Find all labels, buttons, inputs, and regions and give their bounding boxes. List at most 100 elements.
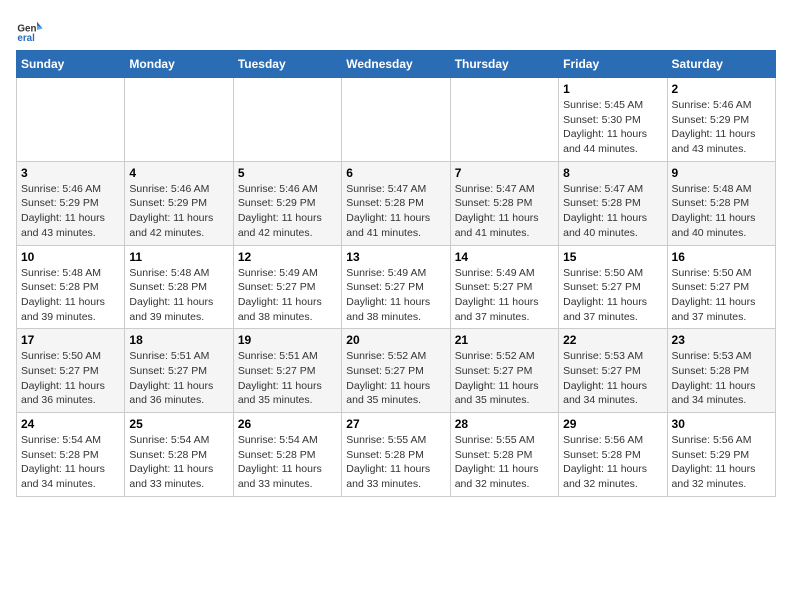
day-info: Sunrise: 5:49 AM Sunset: 5:27 PM Dayligh… xyxy=(238,266,337,325)
day-number: 21 xyxy=(455,333,554,347)
day-info: Sunrise: 5:47 AM Sunset: 5:28 PM Dayligh… xyxy=(455,182,554,241)
weekday-friday: Friday xyxy=(559,51,667,78)
calendar-cell xyxy=(17,78,125,162)
calendar-cell: 14 Sunrise: 5:49 AM Sunset: 5:27 PM Dayli… xyxy=(450,245,558,329)
day-number: 11 xyxy=(129,250,228,264)
calendar-body: 1Sunrise: 5:45 AM Sunset: 5:30 PM Daylig… xyxy=(17,78,776,497)
day-number: 19 xyxy=(238,333,337,347)
day-number: 4 xyxy=(129,166,228,180)
calendar-cell xyxy=(342,78,450,162)
calendar-cell: 27 Sunrise: 5:55 AM Sunset: 5:28 PM Dayli… xyxy=(342,413,450,497)
calendar-week-5: 24 Sunrise: 5:54 AM Sunset: 5:28 PM Dayli… xyxy=(17,413,776,497)
day-number: 25 xyxy=(129,417,228,431)
calendar-cell: 17 Sunrise: 5:50 AM Sunset: 5:27 PM Dayli… xyxy=(17,329,125,413)
day-number: 8 xyxy=(563,166,662,180)
calendar-cell: 12 Sunrise: 5:49 AM Sunset: 5:27 PM Dayli… xyxy=(233,245,341,329)
calendar-cell: 6 Sunrise: 5:47 AM Sunset: 5:28 PM Daylig… xyxy=(342,161,450,245)
day-number: 5 xyxy=(238,166,337,180)
day-info: Sunrise: 5:46 AM Sunset: 5:29 PM Dayligh… xyxy=(238,182,337,241)
day-info: Sunrise: 5:54 AM Sunset: 5:28 PM Dayligh… xyxy=(129,433,228,492)
day-info: Sunrise: 5:56 AM Sunset: 5:28 PM Dayligh… xyxy=(563,433,662,492)
weekday-saturday: Saturday xyxy=(667,51,775,78)
calendar-cell: 7 Sunrise: 5:47 AM Sunset: 5:28 PM Daylig… xyxy=(450,161,558,245)
calendar-week-1: 1Sunrise: 5:45 AM Sunset: 5:30 PM Daylig… xyxy=(17,78,776,162)
calendar-cell: 18 Sunrise: 5:51 AM Sunset: 5:27 PM Dayli… xyxy=(125,329,233,413)
day-number: 28 xyxy=(455,417,554,431)
day-number: 14 xyxy=(455,250,554,264)
calendar-cell: 9Sunrise: 5:48 AM Sunset: 5:28 PM Daylig… xyxy=(667,161,775,245)
calendar-week-2: 3Sunrise: 5:46 AM Sunset: 5:29 PM Daylig… xyxy=(17,161,776,245)
calendar-week-3: 10 Sunrise: 5:48 AM Sunset: 5:28 PM Dayli… xyxy=(17,245,776,329)
day-info: Sunrise: 5:54 AM Sunset: 5:28 PM Dayligh… xyxy=(238,433,337,492)
calendar-cell: 30Sunrise: 5:56 AM Sunset: 5:29 PM Dayli… xyxy=(667,413,775,497)
day-number: 22 xyxy=(563,333,662,347)
day-number: 17 xyxy=(21,333,120,347)
weekday-wednesday: Wednesday xyxy=(342,51,450,78)
svg-text:eral: eral xyxy=(17,33,35,44)
day-info: Sunrise: 5:55 AM Sunset: 5:28 PM Dayligh… xyxy=(346,433,445,492)
weekday-thursday: Thursday xyxy=(450,51,558,78)
day-info: Sunrise: 5:52 AM Sunset: 5:27 PM Dayligh… xyxy=(346,349,445,408)
day-number: 26 xyxy=(238,417,337,431)
calendar-cell: 15 Sunrise: 5:50 AM Sunset: 5:27 PM Dayli… xyxy=(559,245,667,329)
day-number: 16 xyxy=(672,250,771,264)
day-info: Sunrise: 5:49 AM Sunset: 5:27 PM Dayligh… xyxy=(455,266,554,325)
day-info: Sunrise: 5:53 AM Sunset: 5:28 PM Dayligh… xyxy=(672,349,771,408)
calendar-cell: 4 Sunrise: 5:46 AM Sunset: 5:29 PM Daylig… xyxy=(125,161,233,245)
calendar-cell xyxy=(450,78,558,162)
calendar-cell xyxy=(233,78,341,162)
weekday-monday: Monday xyxy=(125,51,233,78)
calendar-cell: 19 Sunrise: 5:51 AM Sunset: 5:27 PM Dayli… xyxy=(233,329,341,413)
day-number: 7 xyxy=(455,166,554,180)
day-number: 24 xyxy=(21,417,120,431)
logo: Gen eral xyxy=(16,16,48,44)
day-info: Sunrise: 5:54 AM Sunset: 5:28 PM Dayligh… xyxy=(21,433,120,492)
day-number: 10 xyxy=(21,250,120,264)
day-number: 29 xyxy=(563,417,662,431)
calendar-week-4: 17 Sunrise: 5:50 AM Sunset: 5:27 PM Dayli… xyxy=(17,329,776,413)
weekday-header-row: SundayMondayTuesdayWednesdayThursdayFrid… xyxy=(17,51,776,78)
day-number: 13 xyxy=(346,250,445,264)
day-info: Sunrise: 5:50 AM Sunset: 5:27 PM Dayligh… xyxy=(21,349,120,408)
calendar-cell: 20 Sunrise: 5:52 AM Sunset: 5:27 PM Dayli… xyxy=(342,329,450,413)
calendar-cell: 13Sunrise: 5:49 AM Sunset: 5:27 PM Dayli… xyxy=(342,245,450,329)
calendar-cell: 23Sunrise: 5:53 AM Sunset: 5:28 PM Dayli… xyxy=(667,329,775,413)
day-info: Sunrise: 5:52 AM Sunset: 5:27 PM Dayligh… xyxy=(455,349,554,408)
day-info: Sunrise: 5:51 AM Sunset: 5:27 PM Dayligh… xyxy=(238,349,337,408)
day-info: Sunrise: 5:50 AM Sunset: 5:27 PM Dayligh… xyxy=(563,266,662,325)
calendar-cell: 3Sunrise: 5:46 AM Sunset: 5:29 PM Daylig… xyxy=(17,161,125,245)
day-info: Sunrise: 5:46 AM Sunset: 5:29 PM Dayligh… xyxy=(672,98,771,157)
day-info: Sunrise: 5:48 AM Sunset: 5:28 PM Dayligh… xyxy=(21,266,120,325)
calendar-cell: 24 Sunrise: 5:54 AM Sunset: 5:28 PM Dayli… xyxy=(17,413,125,497)
day-info: Sunrise: 5:47 AM Sunset: 5:28 PM Dayligh… xyxy=(346,182,445,241)
day-number: 27 xyxy=(346,417,445,431)
day-info: Sunrise: 5:51 AM Sunset: 5:27 PM Dayligh… xyxy=(129,349,228,408)
day-number: 18 xyxy=(129,333,228,347)
day-number: 12 xyxy=(238,250,337,264)
day-number: 20 xyxy=(346,333,445,347)
calendar-cell: 5 Sunrise: 5:46 AM Sunset: 5:29 PM Daylig… xyxy=(233,161,341,245)
day-number: 6 xyxy=(346,166,445,180)
page-header: Gen eral xyxy=(16,16,776,44)
day-number: 9 xyxy=(672,166,771,180)
day-info: Sunrise: 5:55 AM Sunset: 5:28 PM Dayligh… xyxy=(455,433,554,492)
calendar-cell xyxy=(125,78,233,162)
calendar-cell: 8 Sunrise: 5:47 AM Sunset: 5:28 PM Daylig… xyxy=(559,161,667,245)
weekday-tuesday: Tuesday xyxy=(233,51,341,78)
calendar-cell: 22 Sunrise: 5:53 AM Sunset: 5:27 PM Dayli… xyxy=(559,329,667,413)
day-number: 2 xyxy=(672,82,771,96)
calendar-cell: 11 Sunrise: 5:48 AM Sunset: 5:28 PM Dayli… xyxy=(125,245,233,329)
day-number: 15 xyxy=(563,250,662,264)
day-info: Sunrise: 5:46 AM Sunset: 5:29 PM Dayligh… xyxy=(129,182,228,241)
calendar-cell: 26 Sunrise: 5:54 AM Sunset: 5:28 PM Dayli… xyxy=(233,413,341,497)
calendar-cell: 2 Sunrise: 5:46 AM Sunset: 5:29 PM Daylig… xyxy=(667,78,775,162)
logo-icon: Gen eral xyxy=(16,16,44,44)
weekday-sunday: Sunday xyxy=(17,51,125,78)
calendar-cell: 28 Sunrise: 5:55 AM Sunset: 5:28 PM Dayli… xyxy=(450,413,558,497)
day-number: 1 xyxy=(563,82,662,96)
day-info: Sunrise: 5:47 AM Sunset: 5:28 PM Dayligh… xyxy=(563,182,662,241)
day-info: Sunrise: 5:53 AM Sunset: 5:27 PM Dayligh… xyxy=(563,349,662,408)
calendar-cell: 10 Sunrise: 5:48 AM Sunset: 5:28 PM Dayli… xyxy=(17,245,125,329)
calendar-cell: 25 Sunrise: 5:54 AM Sunset: 5:28 PM Dayli… xyxy=(125,413,233,497)
day-info: Sunrise: 5:48 AM Sunset: 5:28 PM Dayligh… xyxy=(129,266,228,325)
